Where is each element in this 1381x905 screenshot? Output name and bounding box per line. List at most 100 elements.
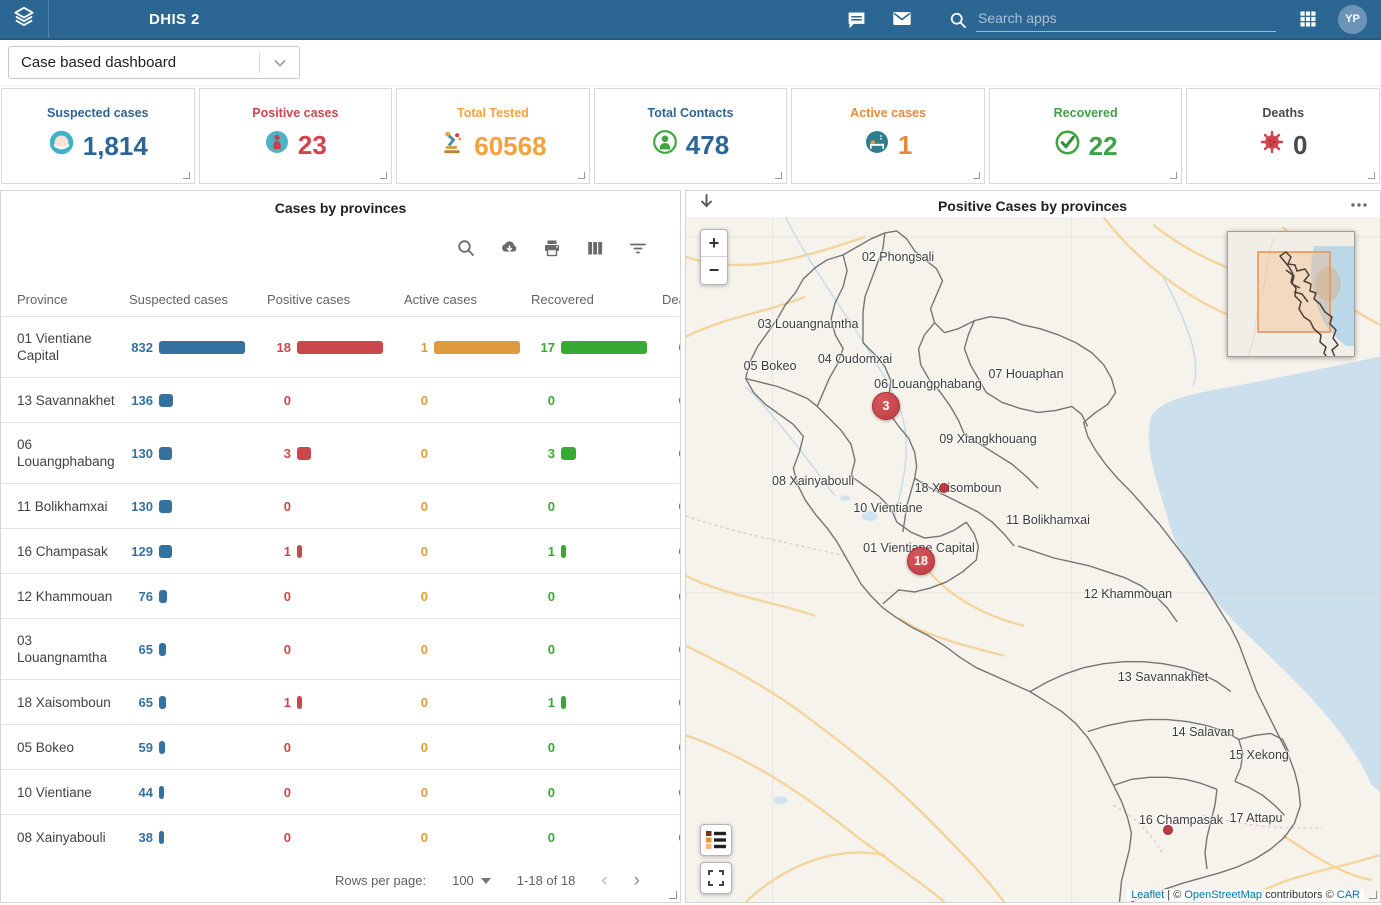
- cell-value: 832: [129, 340, 153, 355]
- cell-bar: [159, 500, 172, 513]
- value-cell-recovered: 0: [531, 830, 662, 845]
- province-name: 10 Vientiane: [17, 784, 129, 801]
- resize-handle[interactable]: [1368, 172, 1375, 179]
- leaflet-link[interactable]: Leaflet: [1131, 889, 1164, 901]
- col-header-recovered[interactable]: Recovered: [531, 292, 662, 307]
- cell-value: 0: [531, 642, 555, 657]
- apps-grid-icon[interactable]: [1296, 7, 1320, 31]
- table-row: 06 Louangphabang1303030: [1, 422, 680, 483]
- resize-handle[interactable]: [669, 891, 677, 899]
- zoom-out-button[interactable]: −: [701, 257, 727, 284]
- card-value: 60568: [474, 131, 546, 162]
- resize-handle[interactable]: [183, 172, 190, 179]
- cell-value: 0: [267, 589, 291, 604]
- cell-value: 0: [662, 499, 681, 514]
- map-canvas[interactable]: 02 Phongsali03 Louangnamtha05 Bokeo04 Ou…: [686, 217, 1380, 902]
- columns-icon[interactable]: [585, 238, 605, 258]
- cell-value: 0: [404, 642, 428, 657]
- card-recovered: Recovered 22: [989, 88, 1183, 184]
- overview-minimap[interactable]: [1227, 231, 1355, 357]
- next-page-button[interactable]: ›: [634, 874, 640, 888]
- osm-link[interactable]: OpenStreetMap: [1184, 889, 1262, 901]
- value-cell-active: 0: [404, 830, 531, 845]
- value-cell-deaths: 0: [662, 544, 681, 559]
- interpretations-chat-icon[interactable]: [844, 7, 868, 31]
- cell-bar: [159, 741, 165, 754]
- map-panel: Positive Cases by provinces: [685, 190, 1381, 903]
- col-header-positive[interactable]: Positive cases: [267, 292, 404, 307]
- cell-bar: [561, 545, 566, 558]
- resize-handle[interactable]: [578, 172, 585, 179]
- dashboard-select[interactable]: Case based dashboard: [8, 46, 300, 79]
- search-apps-input[interactable]: [976, 6, 1276, 32]
- previous-page-button[interactable]: ‹: [601, 874, 607, 888]
- value-cell-active: 0: [404, 446, 531, 461]
- card-title: Recovered: [990, 106, 1182, 120]
- value-cell-recovered: 0: [531, 393, 662, 408]
- resize-handle[interactable]: [380, 172, 387, 179]
- value-cell-recovered: 0: [531, 740, 662, 755]
- download-cloud-icon[interactable]: [499, 238, 519, 258]
- filter-icon[interactable]: [628, 238, 648, 258]
- dhis2-logo[interactable]: [0, 0, 49, 38]
- cell-value: 3: [531, 446, 555, 461]
- value-cell-deaths: 0: [662, 830, 681, 845]
- more-horizontal-icon[interactable]: [1350, 195, 1368, 213]
- pagination-range: 1-18 of 18: [517, 873, 576, 888]
- value-cell-positive: 0: [267, 642, 404, 657]
- rows-per-page-select[interactable]: 100: [452, 873, 491, 888]
- value-cell-positive: 0: [267, 785, 404, 800]
- map-case-marker[interactable]: [939, 483, 949, 493]
- cell-value: 130: [129, 446, 153, 461]
- map-case-marker[interactable]: [1163, 825, 1173, 835]
- col-header-province[interactable]: Province: [17, 292, 129, 307]
- card-title: Total Tested: [397, 106, 589, 120]
- cell-value: 44: [129, 785, 153, 800]
- cell-value: 0: [662, 446, 681, 461]
- col-header-suspected[interactable]: Suspected cases: [129, 292, 267, 307]
- map-case-marker[interactable]: 3: [872, 392, 900, 420]
- value-cell-deaths: 0: [662, 446, 681, 461]
- cell-value: 65: [129, 695, 153, 710]
- table-panel-title: Cases by provinces: [1, 191, 680, 216]
- card-value: 1: [898, 130, 912, 161]
- value-cell-deaths: 0: [662, 393, 681, 408]
- user-avatar[interactable]: YP: [1338, 5, 1367, 34]
- map-case-marker[interactable]: 18: [907, 547, 935, 575]
- value-cell-positive: 3: [267, 446, 404, 461]
- resize-handle[interactable]: [1369, 891, 1377, 899]
- messages-mail-icon[interactable]: [890, 7, 914, 31]
- resize-handle[interactable]: [973, 172, 980, 179]
- cell-value: 0: [404, 499, 428, 514]
- cell-value: 0: [662, 340, 681, 355]
- legend-icon[interactable]: [700, 824, 732, 856]
- download-arrow-icon[interactable]: [698, 193, 715, 215]
- card-value: 0: [1293, 130, 1307, 161]
- table-header-row: Province Suspected cases Positive cases …: [1, 282, 680, 316]
- col-header-deaths[interactable]: Deaths: [662, 292, 681, 307]
- cell-value: 0: [267, 830, 291, 845]
- cell-bar: [561, 447, 576, 460]
- cases-table-panel: Cases by provinces: [0, 190, 681, 903]
- value-cell-active: 0: [404, 642, 531, 657]
- cell-value: 130: [129, 499, 153, 514]
- cell-bar: [159, 394, 173, 407]
- carto-link[interactable]: CAR: [1337, 889, 1360, 901]
- resize-handle[interactable]: [775, 172, 782, 179]
- cell-value: 0: [404, 830, 428, 845]
- zoom-in-button[interactable]: +: [701, 230, 727, 257]
- search-icon[interactable]: [946, 8, 970, 32]
- province-name: 13 Savannakhet: [17, 392, 129, 409]
- stat-cards-row: Suspected cases 1,814 Positive cases 2: [0, 86, 1381, 184]
- value-cell-suspected: 38: [129, 830, 267, 845]
- fullscreen-icon[interactable]: [700, 862, 732, 894]
- value-cell-recovered: 1: [531, 695, 662, 710]
- table-pagination: Rows per page: 100 1-18 of 18 ‹ ›: [1, 861, 680, 902]
- resize-handle[interactable]: [1170, 172, 1177, 179]
- col-header-active[interactable]: Active cases: [404, 292, 531, 307]
- cell-value: 0: [267, 785, 291, 800]
- search-icon[interactable]: [456, 238, 476, 258]
- value-cell-positive: 0: [267, 499, 404, 514]
- province-name: 03 Louangnamtha: [17, 632, 129, 666]
- print-icon[interactable]: [542, 238, 562, 258]
